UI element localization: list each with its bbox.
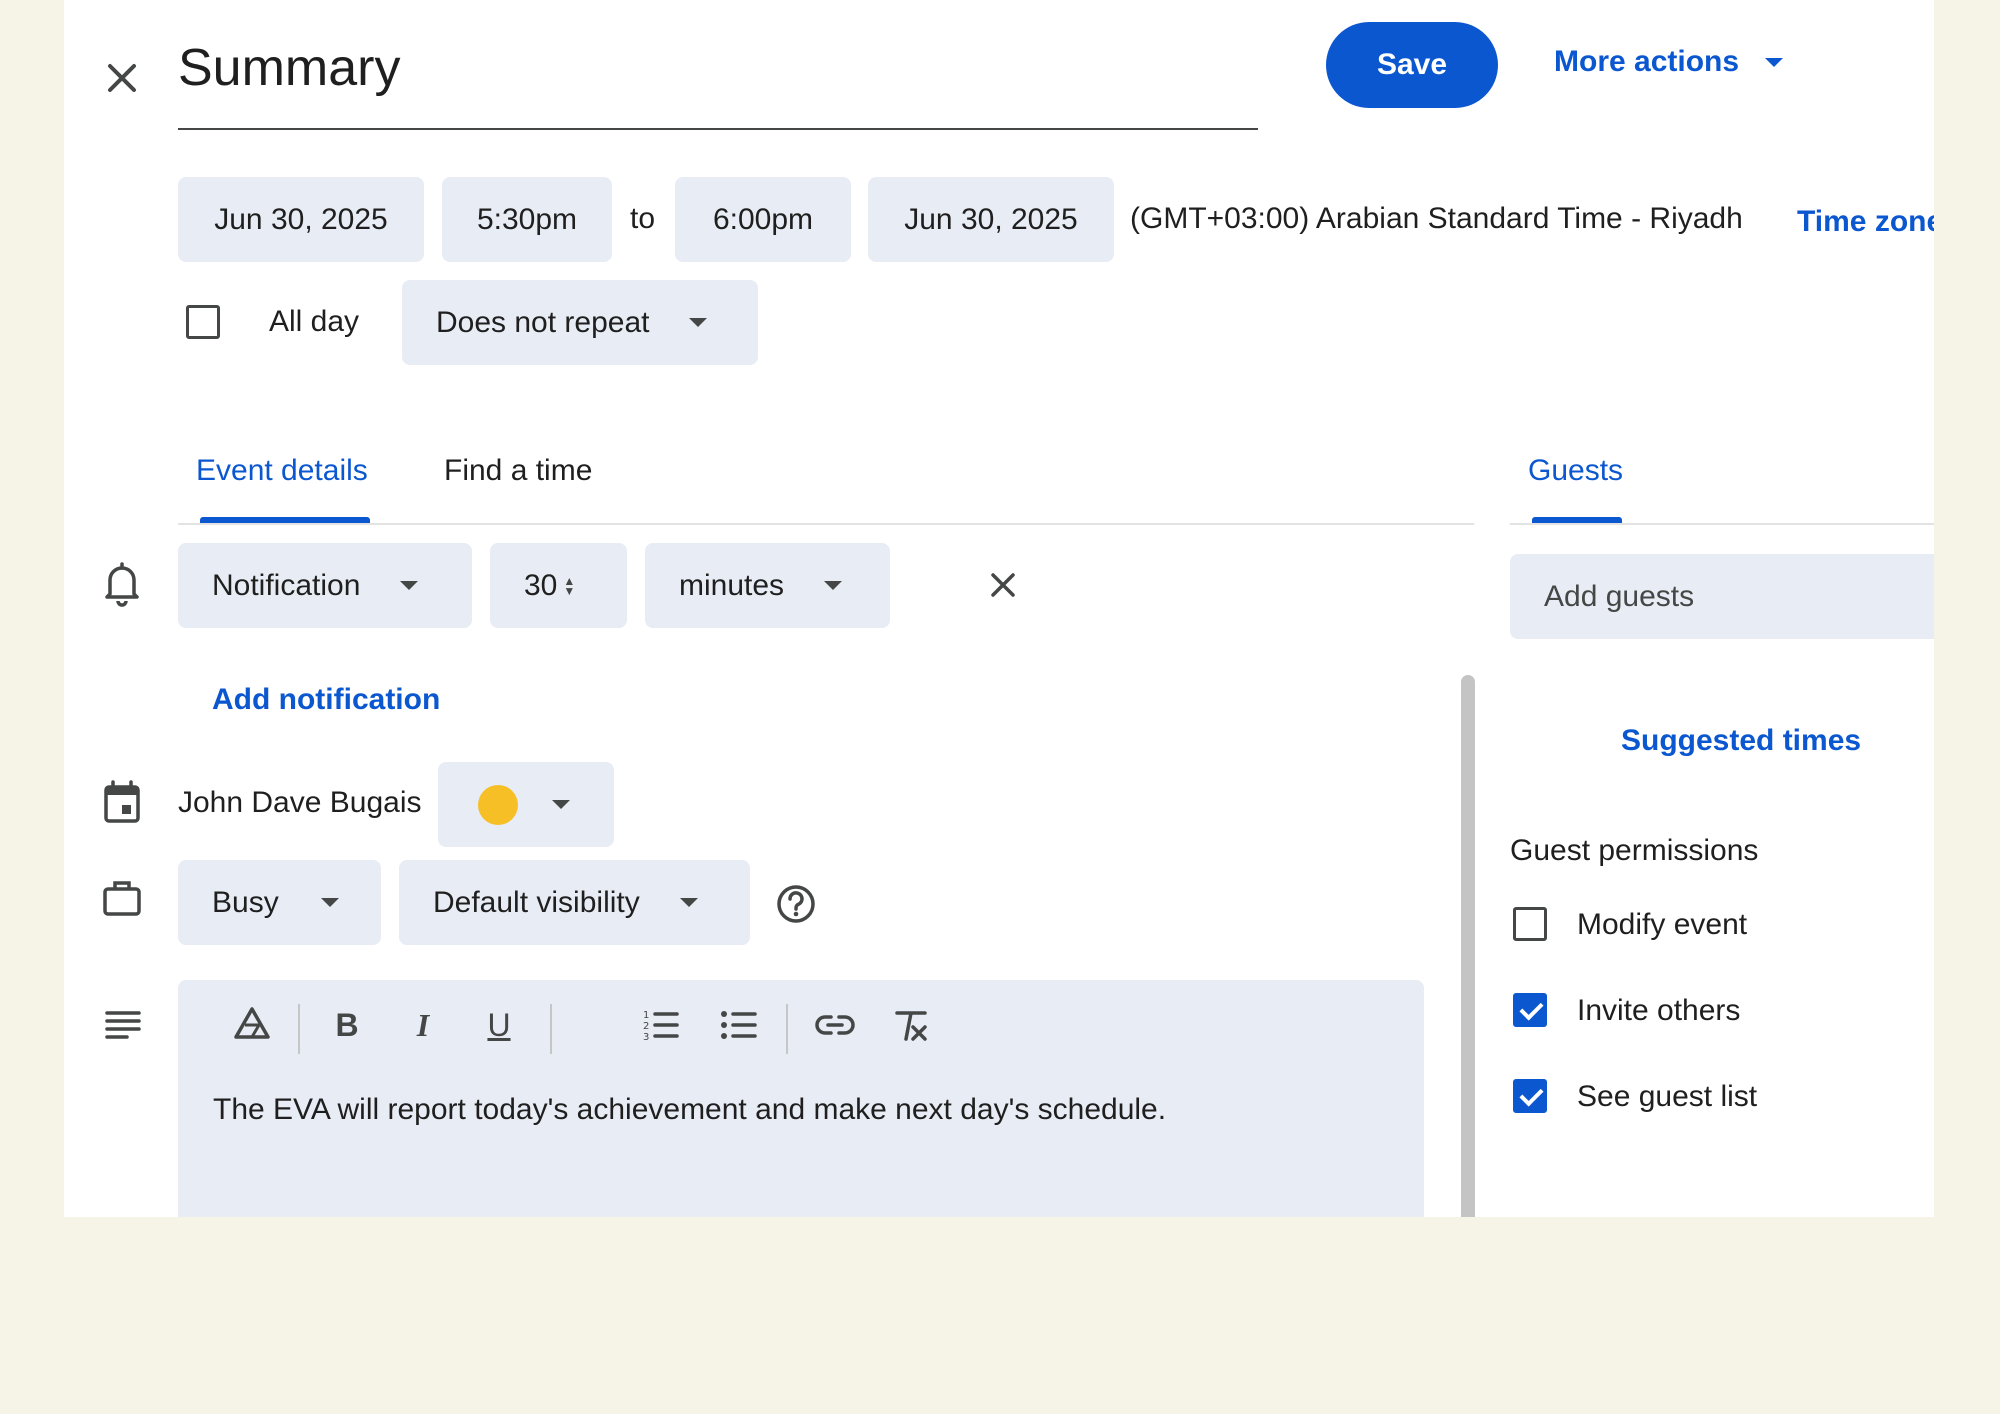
guest-permissions-title: Guest permissions xyxy=(1510,834,1759,867)
notification-amount-stepper[interactable]: 30 ▲ ▼ xyxy=(490,543,627,628)
to-label: to xyxy=(630,202,656,235)
chevron-down-icon xyxy=(552,800,570,809)
toolbar-separator xyxy=(550,1004,552,1054)
bell-icon xyxy=(94,558,150,608)
underline-icon[interactable]: U xyxy=(474,1000,524,1050)
save-button-label: Save xyxy=(1376,48,1448,81)
timezone-link[interactable]: Time zone xyxy=(1797,205,1934,239)
notification-type-value: Notification xyxy=(212,568,361,602)
briefcase-icon xyxy=(94,874,150,924)
invite-others-checkbox[interactable] xyxy=(1513,993,1547,1027)
end-time-text: 6:00pm xyxy=(712,202,814,236)
chevron-down-icon xyxy=(689,318,708,327)
timezone-text: (GMT+03:00) Arabian Standard Time - Riya… xyxy=(1130,202,1743,235)
all-day-label: All day xyxy=(269,305,360,338)
calendar-owner-name: John Dave Bugais xyxy=(178,786,422,819)
bulleted-list-icon[interactable] xyxy=(714,1000,764,1050)
add-guests-input[interactable]: Add guests xyxy=(1510,554,1934,639)
svg-text:3: 3 xyxy=(643,1032,649,1043)
visibility-dropdown[interactable]: Default visibility xyxy=(399,860,750,945)
busy-status-value: Busy xyxy=(212,885,279,919)
chevron-down-icon xyxy=(1765,57,1784,67)
tabs-divider xyxy=(178,523,1474,525)
svg-text:2: 2 xyxy=(643,1021,649,1032)
add-notification-link[interactable]: Add notification xyxy=(212,683,440,717)
italic-icon[interactable]: I xyxy=(398,1000,448,1050)
scrollbar[interactable] xyxy=(1461,675,1475,1217)
tab-find-a-time[interactable]: Find a time xyxy=(444,454,592,488)
calendar-icon xyxy=(94,778,150,828)
chevron-down-icon xyxy=(400,581,419,590)
calendar-color-dropdown[interactable] xyxy=(438,762,614,847)
visibility-value: Default visibility xyxy=(433,885,640,919)
remove-notification-icon[interactable] xyxy=(978,560,1028,610)
tab-event-details[interactable]: Event details xyxy=(196,454,368,488)
modify-event-checkbox[interactable] xyxy=(1513,907,1547,941)
busy-status-dropdown[interactable]: Busy xyxy=(178,860,381,945)
link-icon[interactable] xyxy=(810,1000,860,1050)
all-day-checkbox[interactable] xyxy=(186,305,220,339)
chevron-down-icon xyxy=(824,581,843,590)
numbered-list-icon[interactable]: 1 2 3 xyxy=(636,1000,686,1050)
start-date-field[interactable]: Jun 30, 2025 xyxy=(178,177,424,262)
clear-formatting-icon[interactable] xyxy=(886,1000,936,1050)
event-editor-panel: Summary Save More actions Jun 30, 2025 5… xyxy=(64,0,1934,1217)
repeat-value: Does not repeat xyxy=(436,305,650,339)
notification-unit-dropdown[interactable]: minutes xyxy=(645,543,890,628)
title-text: Summary xyxy=(178,39,401,97)
see-guest-list-label: See guest list xyxy=(1577,1080,1758,1113)
bold-icon[interactable]: B xyxy=(322,1000,372,1050)
modify-event-label: Modify event xyxy=(1577,908,1748,941)
see-guest-list-checkbox[interactable] xyxy=(1513,1079,1547,1113)
notification-unit-value: minutes xyxy=(679,568,785,602)
start-time-text: 5:30pm xyxy=(476,202,578,236)
invite-others-label: Invite others xyxy=(1577,994,1741,1027)
svg-text:1: 1 xyxy=(643,1010,649,1021)
start-time-field[interactable]: 5:30pm xyxy=(442,177,612,262)
chevron-down-icon xyxy=(320,898,339,907)
description-icon xyxy=(94,1004,150,1044)
tab-guests[interactable]: Guests xyxy=(1528,454,1623,488)
title-input[interactable]: Summary xyxy=(178,30,1258,130)
end-date-field[interactable]: Jun 30, 2025 xyxy=(868,177,1114,262)
close-icon[interactable] xyxy=(94,50,150,106)
start-date-text: Jun 30, 2025 xyxy=(214,202,388,236)
more-actions-label: More actions xyxy=(1554,45,1740,78)
notification-amount-value: 30 xyxy=(524,568,558,602)
more-actions-button[interactable]: More actions xyxy=(1554,40,1784,84)
end-date-text: Jun 30, 2025 xyxy=(904,202,1078,236)
guests-tabs-divider xyxy=(1510,523,1934,525)
save-button[interactable]: Save xyxy=(1326,22,1498,108)
color-swatch xyxy=(478,784,518,825)
notification-type-dropdown[interactable]: Notification xyxy=(178,543,472,628)
description-text[interactable]: The EVA will report today's achievement … xyxy=(213,1093,1166,1127)
help-icon[interactable] xyxy=(770,878,822,930)
drive-icon[interactable] xyxy=(227,1000,277,1050)
add-guests-placeholder: Add guests xyxy=(1544,580,1695,613)
toolbar-separator xyxy=(298,1004,300,1054)
end-time-field[interactable]: 6:00pm xyxy=(675,177,851,262)
repeat-dropdown[interactable]: Does not repeat xyxy=(402,280,758,365)
chevron-down-icon xyxy=(679,898,698,907)
toolbar-separator xyxy=(786,1004,788,1054)
suggested-times-link[interactable]: Suggested times xyxy=(1621,724,1861,758)
spinner-icon[interactable]: ▲ ▼ xyxy=(563,575,575,597)
